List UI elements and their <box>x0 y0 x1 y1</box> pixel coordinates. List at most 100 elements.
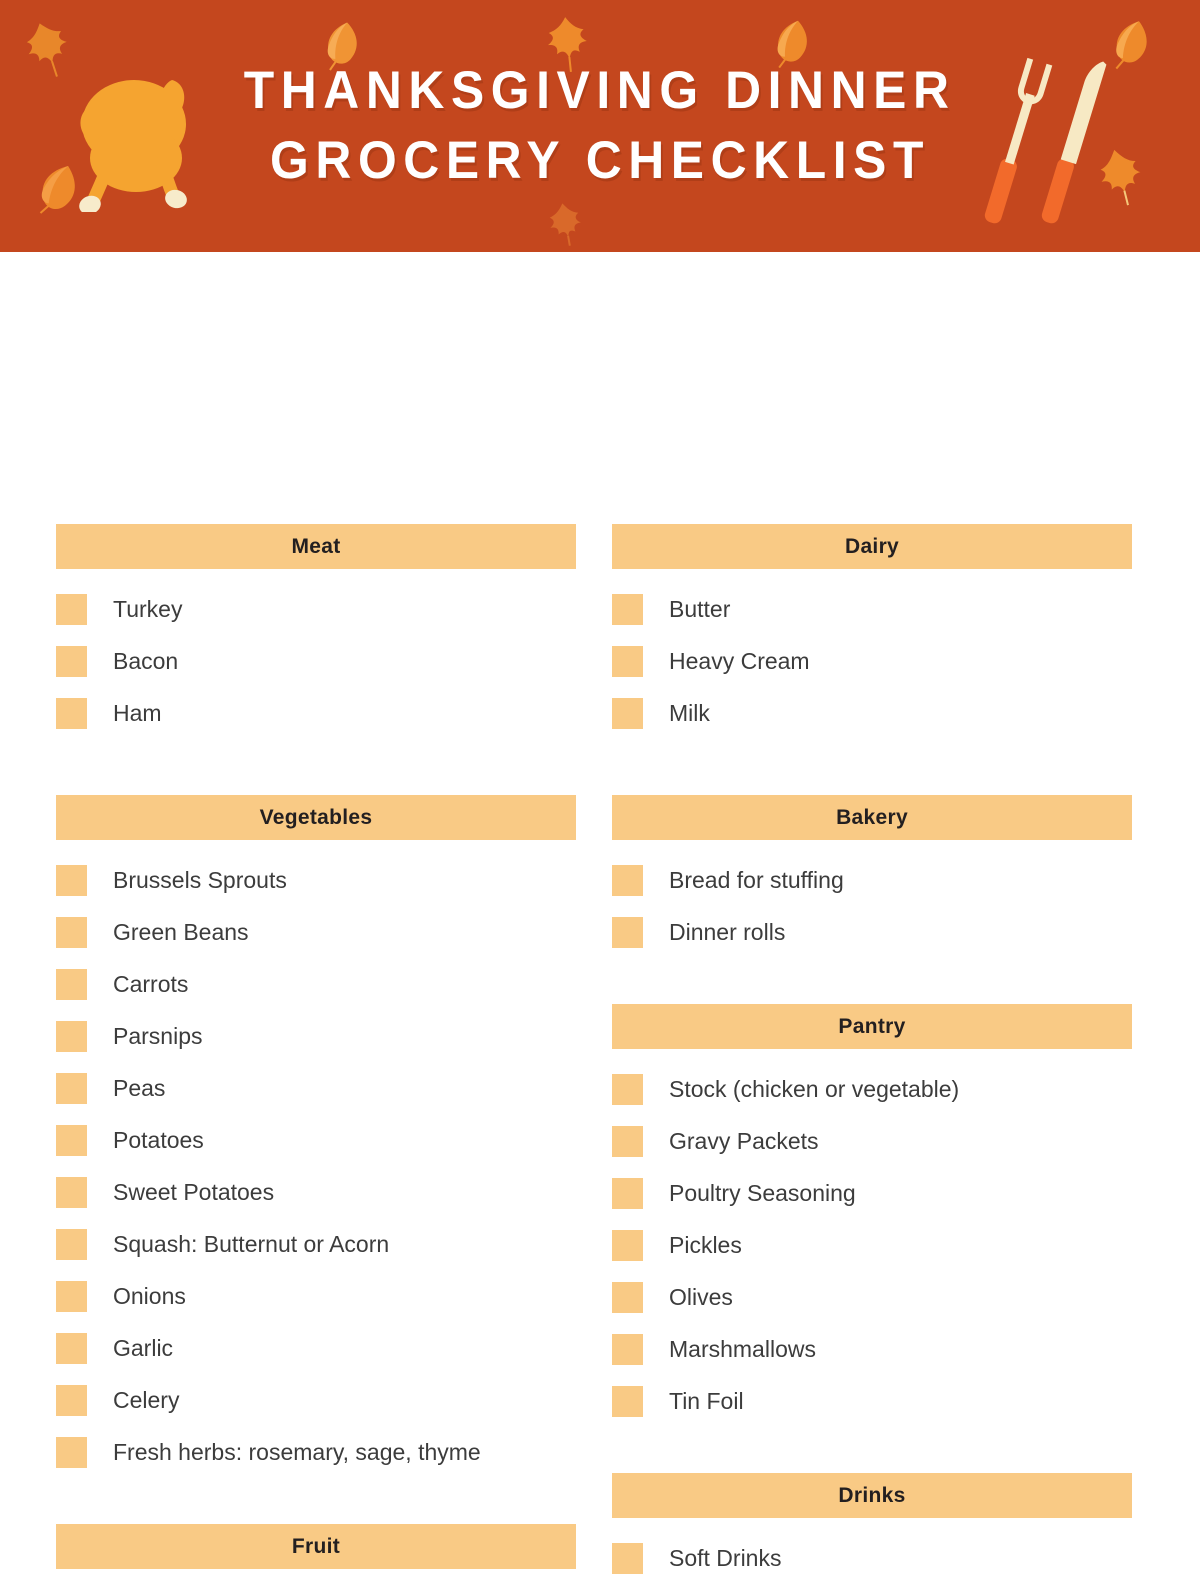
page-banner: THANKSGIVING DINNER GROCERY CHECKLIST <box>0 0 1200 252</box>
item-label: Butter <box>669 595 731 622</box>
checkbox-icon[interactable] <box>612 1177 643 1209</box>
checkbox-icon[interactable] <box>612 697 643 729</box>
item-label: Ham <box>113 699 162 726</box>
checklist-item[interactable]: Parsnips <box>56 1010 576 1062</box>
section-title: Fruit <box>291 1534 341 1558</box>
checklist-item[interactable]: Tin Foil <box>612 1375 1132 1427</box>
checkbox-icon[interactable] <box>56 593 87 625</box>
checkbox-icon[interactable] <box>612 916 643 948</box>
item-label: Brussels Sprouts <box>113 866 287 893</box>
checklist-item[interactable]: Green Beans <box>56 906 576 958</box>
checkbox-icon[interactable] <box>612 1229 643 1261</box>
checkbox-icon[interactable] <box>56 1280 87 1312</box>
item-label: Olives <box>669 1283 733 1310</box>
item-label: Milk <box>669 699 710 726</box>
checklist-item[interactable]: Onions <box>56 1270 576 1322</box>
checklist-item[interactable]: Garlic <box>56 1322 576 1374</box>
section-bakery: Bakery Bread for stuffing Dinner rolls <box>612 795 1132 958</box>
item-label: Marshmallows <box>669 1335 816 1362</box>
checkbox-icon[interactable] <box>612 1333 643 1365</box>
section-header-drinks: Drinks <box>612 1473 1132 1518</box>
checkbox-icon[interactable] <box>56 1124 87 1156</box>
checkbox-icon[interactable] <box>56 1384 87 1416</box>
item-label: Garlic <box>113 1334 174 1361</box>
checkbox-icon[interactable] <box>612 593 643 625</box>
item-list-pantry: Stock (chicken or vegetable) Gravy Packe… <box>612 1063 1132 1427</box>
checkbox-icon[interactable] <box>56 1436 87 1468</box>
checkbox-icon[interactable] <box>56 916 87 948</box>
section-header-fruit: Fruit <box>56 1524 576 1569</box>
item-label: Heavy Cream <box>669 647 810 674</box>
checkbox-icon[interactable] <box>56 1332 87 1364</box>
checklist-item[interactable]: Turkey <box>56 583 576 635</box>
checklist-page: THANKSGIVING DINNER GROCERY CHECKLIST Me… <box>0 0 1200 1580</box>
section-fruit: Fruit Cranberries Apples Lemons, limes <box>56 1524 576 1580</box>
checklist-item[interactable]: Poultry Seasoning <box>612 1167 1132 1219</box>
checkbox-icon[interactable] <box>56 1020 87 1052</box>
section-title: Bakery <box>836 805 908 829</box>
section-header-dairy: Dairy <box>612 524 1132 569</box>
checkbox-icon[interactable] <box>56 968 87 1000</box>
item-label: Sweet Potatoes <box>113 1178 275 1205</box>
checklist-item[interactable]: Marshmallows <box>612 1323 1132 1375</box>
checklist-item[interactable]: Bread for stuffing <box>612 854 1132 906</box>
checkbox-icon[interactable] <box>612 1073 643 1105</box>
checklist-item[interactable]: Brussels Sprouts <box>56 854 576 906</box>
banner-title: THANKSGIVING DINNER GROCERY CHECKLIST <box>0 0 1200 252</box>
item-label: Tin Foil <box>669 1387 744 1414</box>
item-label: Dinner rolls <box>669 918 786 945</box>
item-label: Celery <box>113 1386 180 1413</box>
section-header-meat: Meat <box>56 524 576 569</box>
right-column: Dairy Butter Heavy Cream Milk Bakery Bre… <box>612 524 1132 1580</box>
item-label: Potatoes <box>113 1126 204 1153</box>
checklist-item[interactable]: Dinner rolls <box>612 906 1132 958</box>
checkbox-icon[interactable] <box>612 645 643 677</box>
checklist-item[interactable]: Ham <box>56 687 576 739</box>
checklist-item[interactable]: Fresh herbs: rosemary, sage, thyme <box>56 1426 576 1478</box>
section-title: Dairy <box>844 534 900 558</box>
item-label: Parsnips <box>113 1022 203 1049</box>
item-label: Gravy Packets <box>669 1127 819 1154</box>
item-list-dairy: Butter Heavy Cream Milk <box>612 583 1132 739</box>
checkbox-icon[interactable] <box>612 864 643 896</box>
checkbox-icon[interactable] <box>612 1125 643 1157</box>
checklist-item[interactable]: Potatoes <box>56 1114 576 1166</box>
checklist-item[interactable]: Heavy Cream <box>612 635 1132 687</box>
checklist-item[interactable]: Soft Drinks <box>612 1532 1132 1580</box>
checkbox-icon[interactable] <box>612 1281 643 1313</box>
checklist-item[interactable]: Milk <box>612 687 1132 739</box>
checkbox-icon[interactable] <box>612 1542 643 1574</box>
item-label: Turkey <box>113 595 183 622</box>
checklist-item[interactable]: Stock (chicken or vegetable) <box>612 1063 1132 1115</box>
checklist-item[interactable]: Bacon <box>56 635 576 687</box>
checkbox-icon[interactable] <box>56 864 87 896</box>
checklist-item[interactable]: Pickles <box>612 1219 1132 1271</box>
item-label: Fresh herbs: rosemary, sage, thyme <box>113 1438 481 1465</box>
checklist-item[interactable]: Squash: Butternut or Acorn <box>56 1218 576 1270</box>
item-label: Poultry Seasoning <box>669 1179 856 1206</box>
section-vegetables: Vegetables Brussels Sprouts Green Beans … <box>56 795 576 1478</box>
item-list-vegetables: Brussels Sprouts Green Beans Carrots Par… <box>56 854 576 1478</box>
checklist-item[interactable]: Celery <box>56 1374 576 1426</box>
checkbox-icon[interactable] <box>56 1176 87 1208</box>
section-header-vegetables: Vegetables <box>56 795 576 840</box>
section-meat: Meat Turkey Bacon Ham <box>56 524 576 739</box>
checklist-item[interactable]: Gravy Packets <box>612 1115 1132 1167</box>
checklist-item[interactable]: Peas <box>56 1062 576 1114</box>
checkbox-icon[interactable] <box>612 1385 643 1417</box>
checkbox-icon[interactable] <box>56 645 87 677</box>
checkbox-icon[interactable] <box>56 697 87 729</box>
checkbox-icon[interactable] <box>56 1228 87 1260</box>
checklist-item[interactable]: Butter <box>612 583 1132 635</box>
checkbox-icon[interactable] <box>56 1072 87 1104</box>
item-list-drinks: Soft Drinks Cider Sparkling Water Wine <box>612 1532 1132 1580</box>
item-list-bakery: Bread for stuffing Dinner rolls <box>612 854 1132 958</box>
checklist-item[interactable]: Carrots <box>56 958 576 1010</box>
checklist-item[interactable]: Sweet Potatoes <box>56 1166 576 1218</box>
checklist-item[interactable]: Olives <box>612 1271 1132 1323</box>
left-column: Meat Turkey Bacon Ham Vegetables Brussel… <box>56 524 576 1580</box>
section-title: Vegetables <box>259 805 373 829</box>
